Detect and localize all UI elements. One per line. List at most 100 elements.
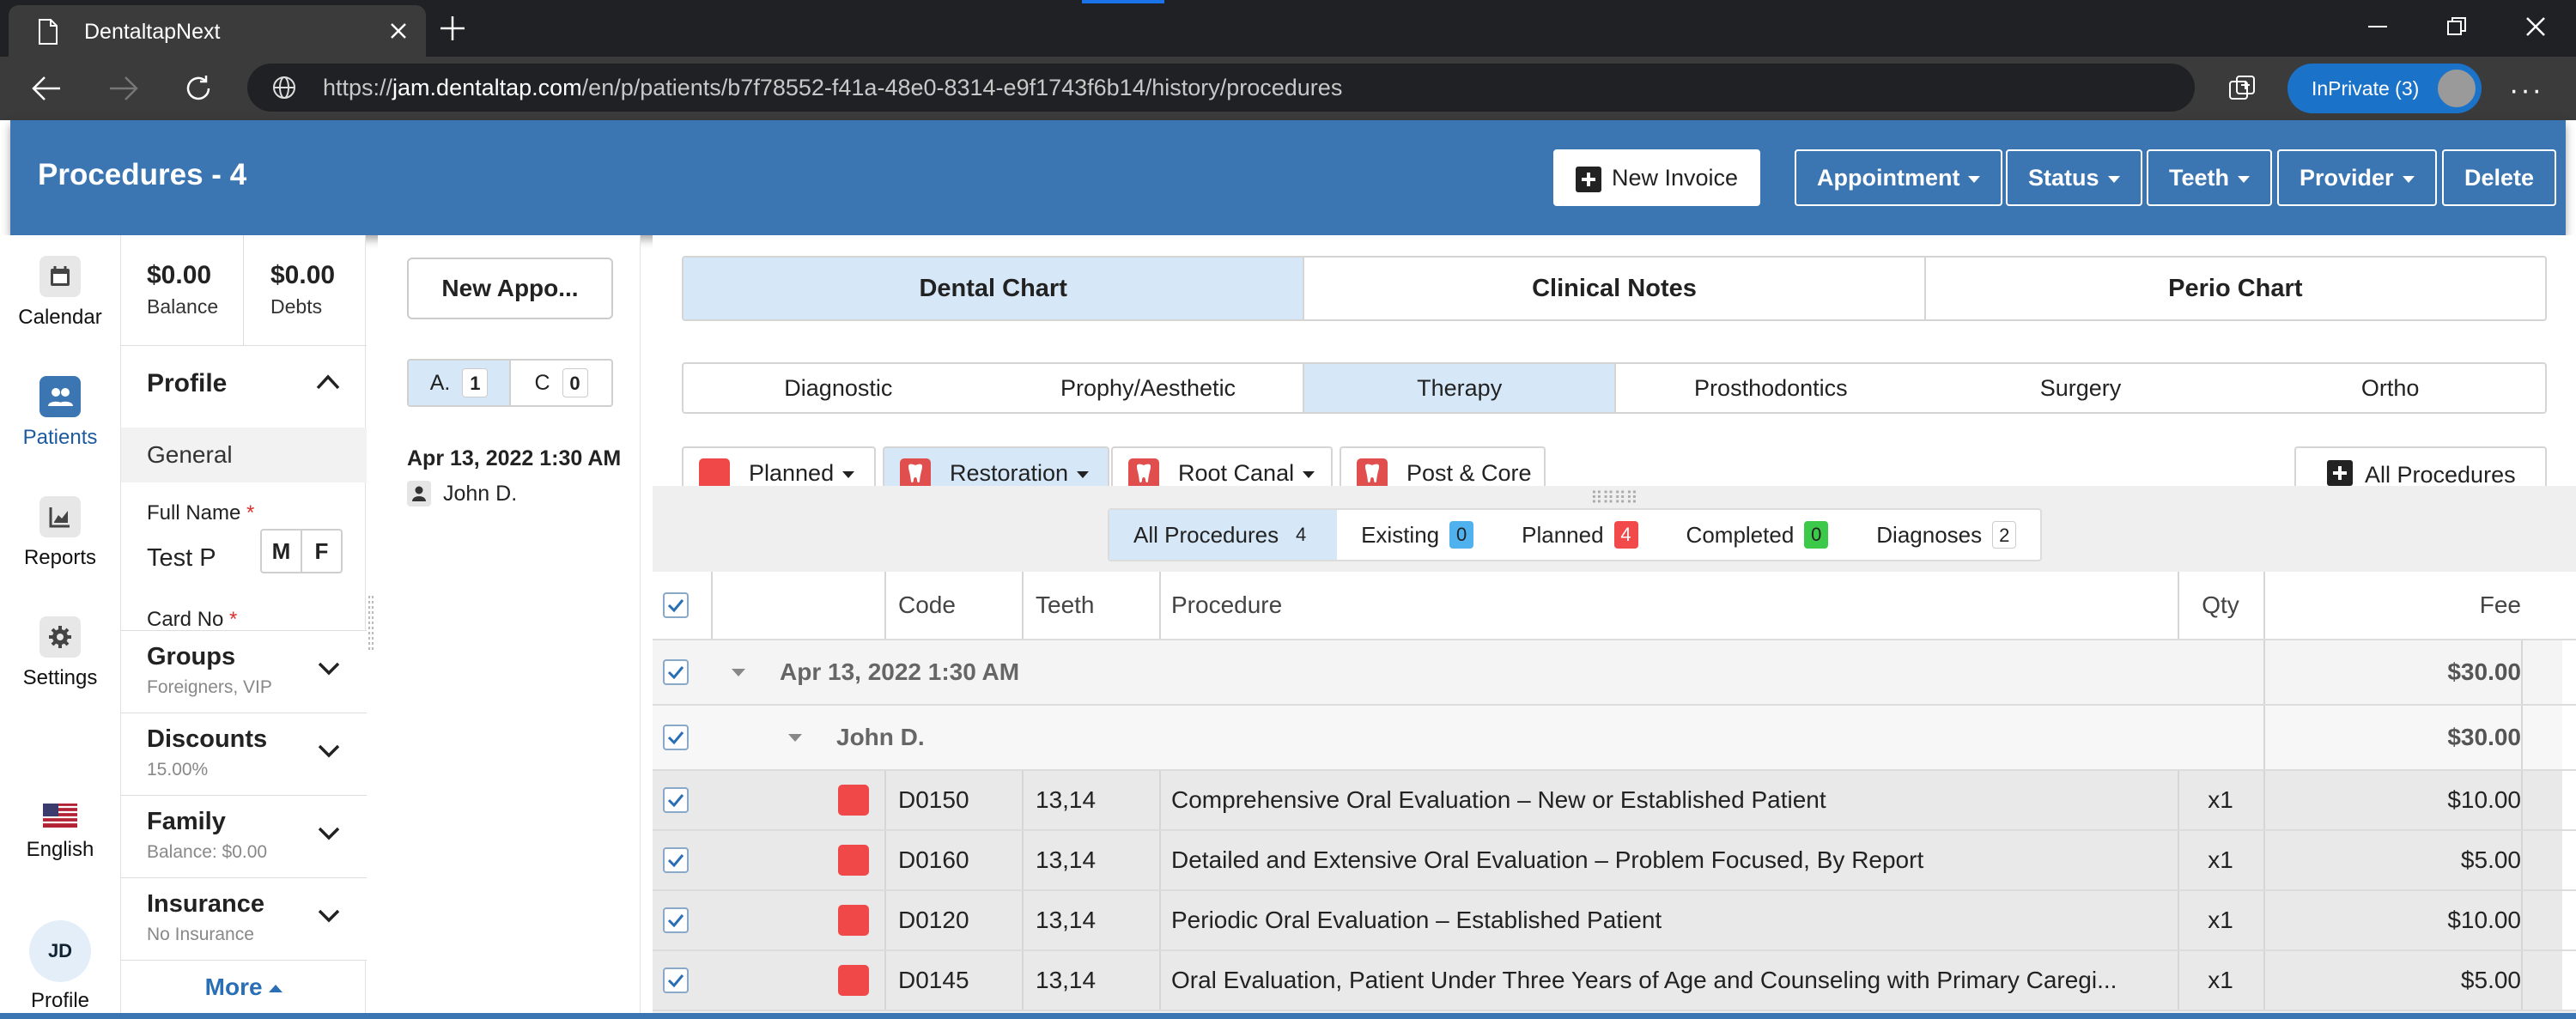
document-icon — [39, 19, 58, 45]
tab-prophy-aesthetic[interactable]: Prophy/Aesthetic — [993, 364, 1303, 412]
nav-profile[interactable]: JD Profile — [0, 920, 120, 1013]
full-name-label-text: Full Name — [147, 501, 241, 525]
teeth-dropdown[interactable]: Teeth — [2147, 149, 2273, 206]
root-canal-dropdown[interactable]: Root Canal — [1111, 446, 1333, 486]
new-tab-icon[interactable] — [438, 14, 467, 43]
restoration-dropdown[interactable]: Restoration — [883, 446, 1109, 486]
row-checkbox[interactable] — [663, 706, 697, 769]
tab-ortho[interactable]: Ortho — [2235, 364, 2545, 412]
select-all-checkbox[interactable] — [663, 572, 697, 639]
divider — [884, 572, 886, 639]
filter-all-procedures[interactable]: All Procedures 4 — [1109, 510, 1338, 560]
splitter-handle[interactable]: ⠿⠿⠿⠿ — [1590, 488, 1638, 509]
provider-group-row[interactable]: John D. $30.00 — [653, 706, 2576, 771]
forward-icon[interactable] — [108, 74, 139, 103]
row-checkbox[interactable] — [663, 891, 697, 949]
table-row[interactable]: D0120 13,14 Periodic Oral Evaluation – E… — [653, 891, 2576, 951]
tab-diagnostic[interactable]: Diagnostic — [683, 364, 993, 412]
plus-icon — [1576, 166, 1601, 192]
column-header-code[interactable]: Code — [898, 572, 956, 639]
divider — [2521, 706, 2523, 769]
groups-accordion[interactable]: Groups Foreigners, VIP — [121, 630, 367, 713]
table-row[interactable]: D0145 13,14 Oral Evaluation, Patient Und… — [653, 951, 2576, 1011]
column-header-teeth[interactable]: Teeth — [1036, 572, 1095, 639]
close-window-icon[interactable] — [2524, 15, 2547, 38]
tab-dental-chart[interactable]: Dental Chart — [683, 258, 1303, 319]
collapse-caret-icon[interactable] — [732, 640, 749, 704]
planned-dropdown[interactable]: Planned — [682, 446, 876, 486]
chevron-down-icon — [1968, 175, 1981, 183]
filter-completed[interactable]: Completed 0 — [1662, 510, 1853, 560]
nav-settings[interactable]: Settings — [0, 616, 120, 690]
collections-icon[interactable] — [2227, 74, 2257, 103]
divider — [884, 891, 886, 949]
tab-completed-appointments[interactable]: C0 — [511, 361, 611, 405]
back-icon[interactable] — [31, 74, 62, 103]
table-row[interactable]: D0160 13,14 Detailed and Extensive Oral … — [653, 831, 2576, 891]
tab-prosthodontics[interactable]: Prosthodontics — [1616, 364, 1926, 412]
chevron-down-icon — [318, 827, 340, 840]
divider — [711, 572, 713, 639]
sex-m-option[interactable]: M — [262, 531, 302, 572]
table-row[interactable]: D0150 13,14 Comprehensive Oral Evaluatio… — [653, 771, 2576, 831]
family-accordion[interactable]: Family Balance: $0.00 — [121, 795, 367, 877]
checkmark-icon — [663, 787, 689, 813]
browser-menu-icon[interactable]: ··· — [2509, 74, 2543, 107]
appointment-dropdown[interactable]: Appointment — [1795, 149, 2003, 206]
new-invoice-button[interactable]: New Invoice — [1553, 149, 1761, 206]
status-dropdown[interactable]: Status — [2006, 149, 2142, 206]
discounts-accordion[interactable]: Discounts 15.00% — [121, 713, 367, 795]
filter-label: All Procedures — [1133, 521, 1279, 548]
row-checkbox[interactable] — [663, 831, 697, 889]
tab-surgery[interactable]: Surgery — [1926, 364, 2236, 412]
procedure-fee: $5.00 — [2460, 967, 2521, 993]
full-name-field[interactable]: Test P — [147, 544, 216, 573]
filter-planned[interactable]: Planned 4 — [1498, 510, 1662, 560]
filter-count: 4 — [1295, 524, 1307, 545]
procedure-fee: $5.00 — [2460, 846, 2521, 873]
nav-patients-label: Patients — [22, 426, 98, 449]
column-header-fee[interactable]: Fee — [2263, 572, 2521, 639]
tab-title: DentaltapNext — [84, 20, 221, 44]
url-field[interactable]: https://jam.dentaltap.com/en/p/patients/… — [247, 64, 2195, 112]
delete-button[interactable]: Delete — [2442, 149, 2557, 206]
close-tab-icon[interactable] — [386, 19, 410, 43]
resize-handle-icon[interactable] — [368, 596, 374, 651]
minimize-icon[interactable] — [2366, 15, 2389, 38]
row-checkbox[interactable] — [663, 771, 697, 829]
checkmark-icon — [663, 967, 689, 993]
restore-icon[interactable] — [2445, 15, 2468, 38]
browser-tab[interactable]: DentaltapNext — [9, 5, 426, 57]
tab-clinical-notes[interactable]: Clinical Notes — [1303, 258, 1923, 319]
inprivate-badge[interactable]: InPrivate (3) — [2287, 64, 2482, 113]
drag-indicator — [1082, 0, 1164, 3]
refresh-icon[interactable] — [184, 74, 213, 103]
appointment-time[interactable]: Apr 13, 2022 1:30 AM — [407, 446, 635, 471]
provider-dropdown[interactable]: Provider — [2277, 149, 2437, 206]
row-checkbox[interactable] — [663, 951, 697, 1010]
chevron-up-icon[interactable] — [315, 373, 341, 391]
nav-reports[interactable]: Reports — [0, 496, 120, 570]
nav-language[interactable]: English — [0, 804, 120, 862]
nav-patients[interactable]: Patients — [0, 376, 120, 450]
column-header-procedure[interactable]: Procedure — [1171, 572, 1282, 639]
tab-perio-chart[interactable]: Perio Chart — [1923, 258, 2545, 319]
column-header-qty[interactable]: Qty — [2178, 572, 2263, 639]
general-subsection[interactable]: General — [121, 428, 367, 482]
sex-toggle[interactable]: M F — [260, 529, 343, 573]
calendar-icon — [39, 256, 81, 297]
more-button[interactable]: More — [121, 974, 367, 1001]
discounts-title: Discounts — [147, 725, 268, 753]
date-group-row[interactable]: Apr 13, 2022 1:30 AM $30.00 — [653, 640, 2576, 706]
nav-calendar[interactable]: Calendar — [0, 256, 120, 330]
tab-active-appointments[interactable]: A. 1 — [409, 361, 511, 405]
collapse-caret-icon[interactable] — [788, 706, 805, 769]
post-core-button[interactable]: Post & Core — [1340, 446, 1546, 486]
sex-f-option[interactable]: F — [302, 531, 341, 572]
insurance-accordion[interactable]: Insurance No Insurance — [121, 877, 367, 960]
filter-existing[interactable]: Existing 0 — [1337, 510, 1498, 560]
new-appointment-button[interactable]: New Appo... — [407, 258, 613, 319]
filter-diagnoses[interactable]: Diagnoses 2 — [1852, 510, 2040, 560]
row-checkbox[interactable] — [663, 640, 697, 704]
tab-therapy[interactable]: Therapy — [1303, 364, 1617, 412]
